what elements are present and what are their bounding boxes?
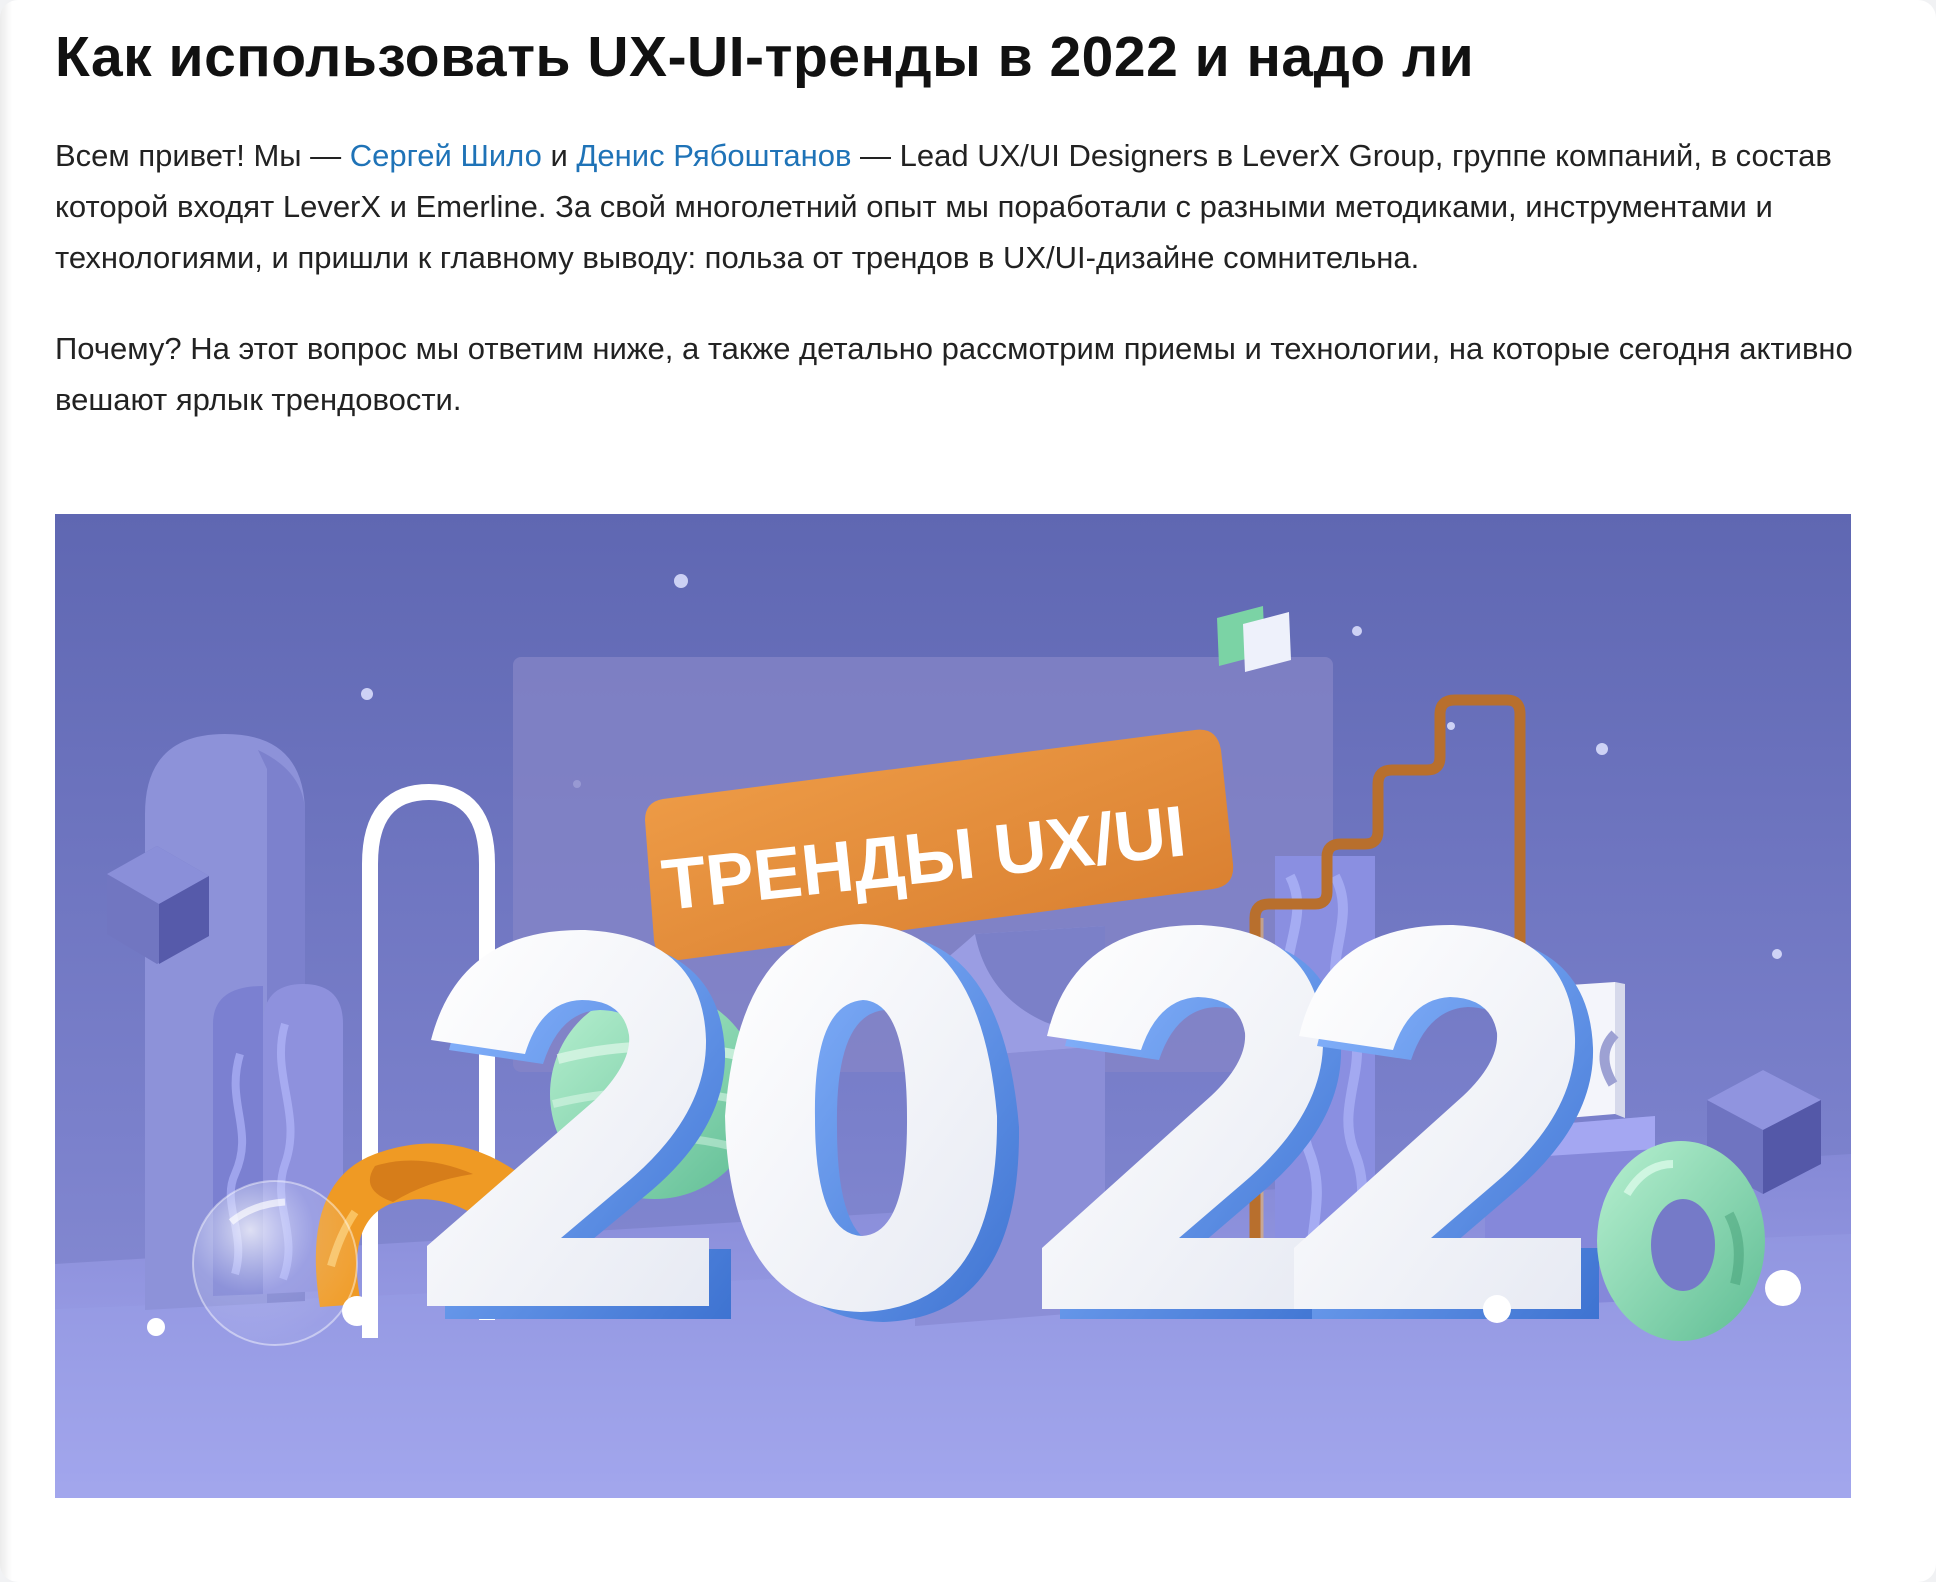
author-link-denis[interactable]: Денис Рябоштанов	[576, 138, 851, 173]
page-edge-shadow	[0, 0, 12, 1582]
article-title: Как использовать UX-UI-тренды в 2022 и н…	[55, 25, 1475, 89]
why-paragraph: Почему? На этот вопрос мы ответим ниже, …	[55, 331, 1853, 417]
intro-text-between: и	[541, 138, 577, 173]
article-page: Как использовать UX-UI-тренды в 2022 и н…	[0, 0, 1936, 1582]
author-link-sergey[interactable]: Сергей Шило	[350, 138, 542, 173]
intro-text-start: Всем привет! Мы —	[55, 138, 350, 173]
hero-illustration: ТРЕНДЫ UX/UI	[55, 514, 1851, 1498]
green-ring	[1597, 1141, 1765, 1341]
glass-sphere	[192, 1180, 358, 1346]
trends-2022-scene: ТРЕНДЫ UX/UI	[55, 514, 1851, 1498]
floating-tiles	[1217, 606, 1291, 672]
intro-paragraph: Всем привет! Мы — Сергей Шило и Денис Ря…	[55, 130, 1860, 283]
article-content: Как использовать UX-UI-тренды в 2022 и н…	[55, 0, 1875, 425]
